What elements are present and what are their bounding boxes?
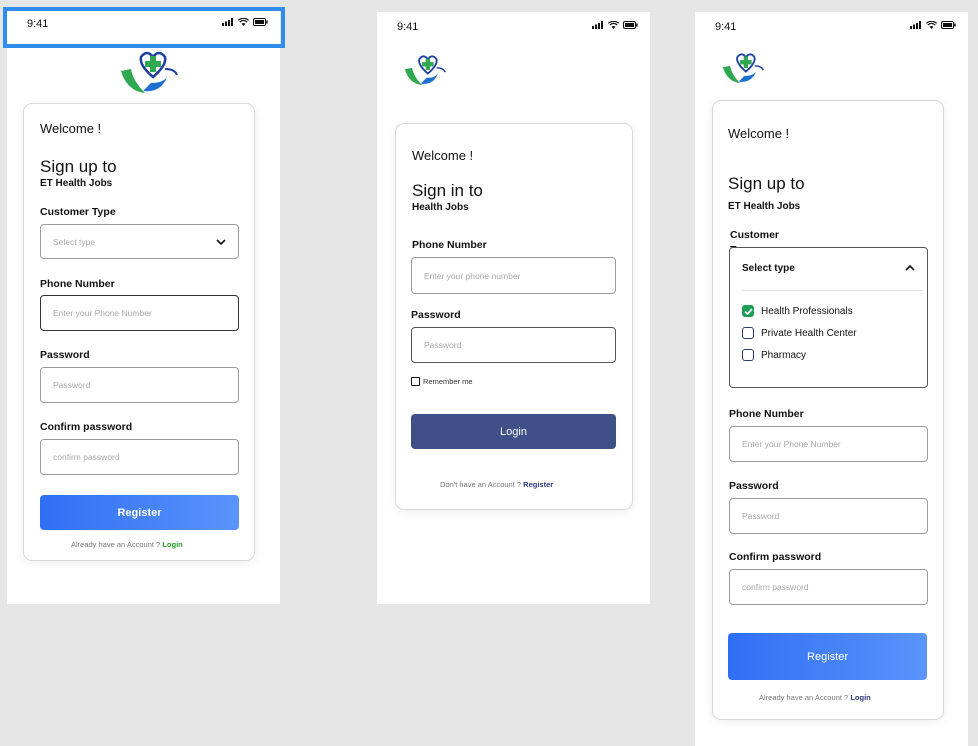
option-pharmacy[interactable]: Pharmacy [742, 349, 806, 361]
password-placeholder: Password [424, 340, 462, 350]
battery-icon [623, 21, 638, 29]
phone-label: Phone Number [412, 239, 487, 251]
page-subtitle: ET Health Jobs [40, 178, 113, 189]
page-title: Sign up to [40, 157, 117, 176]
signal-icon [910, 21, 921, 29]
signin-screen: 9:41 Welcome ! Sign in to Health Jobs Ph… [377, 12, 650, 604]
signup-footer: Already have an Account ? Login [759, 693, 871, 702]
phone-input[interactable]: Enter your phone number [411, 257, 616, 294]
confirm-password-placeholder: confirm password [742, 582, 809, 592]
register-button[interactable]: Register [40, 495, 239, 530]
checkbox-icon[interactable] [742, 305, 754, 317]
signal-icon [592, 21, 603, 29]
customer-type-dropdown[interactable]: Select type Health Professionals Private… [729, 247, 928, 388]
login-link[interactable]: Login [850, 693, 870, 702]
signup-screen: 9:41 Welcome ! Sign up to ET Health Jobs… [7, 9, 280, 604]
option-label: Health Professionals [761, 305, 853, 317]
welcome-text: Welcome ! [412, 148, 474, 163]
signup-card: Welcome ! Sign up to ET Health Jobs Cust… [23, 103, 255, 561]
welcome-text: Welcome ! [40, 121, 102, 136]
page-title: Sign in to [412, 181, 483, 200]
customer-type-select[interactable]: Select type [40, 224, 239, 259]
remember-me[interactable]: Remember me [411, 377, 473, 386]
status-icons [910, 21, 956, 29]
phone-input[interactable]: Enter your Phone Number [729, 426, 928, 462]
customer-type-label: Customer Type [40, 206, 116, 218]
customer-type-placeholder: Select type [53, 236, 96, 247]
confirm-password-input[interactable]: confirm password [729, 569, 928, 605]
checkbox-icon[interactable] [742, 327, 754, 339]
dropdown-title: Select type [742, 263, 795, 274]
chevron-up-icon[interactable] [905, 264, 915, 271]
health-logo-icon [121, 51, 178, 93]
phone-label: Phone Number [729, 408, 804, 420]
page-subtitle: Health Jobs [412, 202, 469, 213]
password-placeholder: Password [53, 380, 91, 390]
confirm-password-input[interactable]: confirm password [40, 439, 239, 475]
option-label: Pharmacy [761, 349, 807, 361]
health-logo-icon [722, 53, 764, 84]
selection-outline [3, 7, 285, 48]
signin-footer: Don't have an Account ? Register [440, 480, 553, 489]
phone-placeholder: Enter your phone number [424, 270, 521, 281]
status-bar: 9:41 [695, 12, 968, 38]
remember-checkbox[interactable] [411, 377, 420, 386]
login-link[interactable]: Login [162, 540, 182, 549]
password-label: Password [411, 309, 461, 321]
signup-expanded-card: Welcome ! Sign up to ET Health Jobs Cust… [712, 100, 944, 720]
status-time: 9:41 [715, 21, 737, 33]
phone-label: Phone Number [40, 278, 115, 290]
status-bar: 9:41 [377, 12, 650, 38]
register-link[interactable]: Register [523, 480, 553, 489]
footer-text: Don't have an Account ? [440, 480, 522, 489]
remember-label: Remember me [423, 377, 473, 386]
signup-expanded-screen: 9:41 Welcome ! Sign up to ET Health Jobs… [695, 12, 968, 746]
battery-icon [941, 21, 956, 29]
password-label: Password [40, 349, 90, 361]
footer-text: Already have an Account ? [71, 540, 161, 549]
password-input[interactable]: Password [411, 327, 616, 363]
status-icons [592, 21, 638, 29]
dropdown-divider [742, 290, 923, 291]
option-label: Private Health Center [761, 327, 857, 339]
signup-footer: Already have an Account ? Login [71, 540, 183, 549]
confirm-password-placeholder: confirm password [53, 452, 120, 462]
welcome-text: Welcome ! [728, 126, 790, 141]
option-health-professionals[interactable]: Health Professionals [742, 305, 853, 317]
checkbox-icon[interactable] [742, 349, 754, 361]
footer-text: Already have an Account ? [759, 693, 849, 702]
confirm-password-label: Confirm password [40, 421, 133, 433]
password-input[interactable]: Password [729, 498, 928, 534]
register-button[interactable]: Register [728, 633, 927, 680]
status-time: 9:41 [397, 21, 419, 33]
wifi-icon [926, 21, 937, 29]
page-subtitle: ET Health Jobs [728, 201, 801, 212]
confirm-password-label: Confirm password [729, 551, 822, 563]
option-private-health-center[interactable]: Private Health Center [742, 327, 857, 339]
phone-placeholder: Enter your Phone Number [742, 439, 841, 449]
login-button[interactable]: Login [411, 414, 616, 449]
password-input[interactable]: Password [40, 367, 239, 403]
page-title: Sign up to [728, 174, 805, 193]
health-logo-icon [404, 55, 446, 86]
wifi-icon [608, 21, 619, 29]
chevron-down-icon [216, 239, 226, 246]
password-placeholder: Password [742, 511, 780, 521]
password-label: Password [729, 480, 779, 492]
phone-placeholder: Enter your Phone Number [53, 308, 152, 318]
phone-input[interactable]: Enter your Phone Number [40, 295, 239, 331]
signin-card: Welcome ! Sign in to Health Jobs Phone N… [395, 123, 633, 510]
